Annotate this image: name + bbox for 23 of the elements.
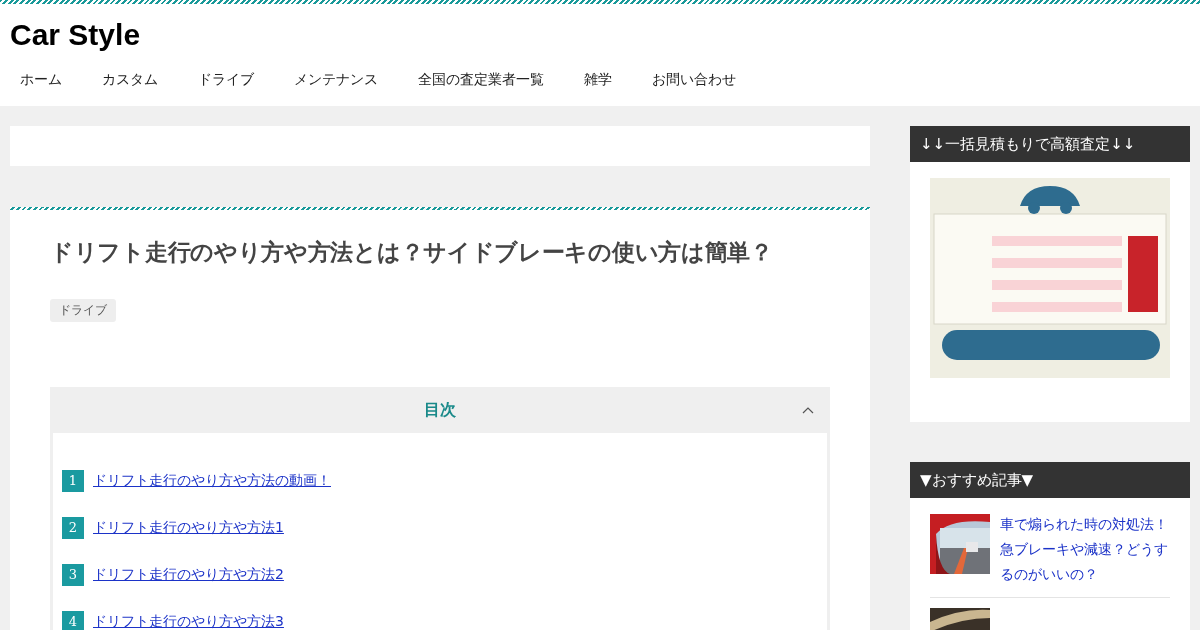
widget-heading: ▼おすすめ記事▼ bbox=[910, 462, 1190, 498]
nav-link[interactable]: ホーム bbox=[10, 70, 72, 89]
item-number: 4 bbox=[62, 610, 84, 630]
toc-title: 目次 bbox=[424, 399, 456, 421]
item-number: 3 bbox=[62, 563, 84, 586]
nav-link[interactable]: 雑学 bbox=[574, 70, 622, 89]
nav-link[interactable]: ドライブ bbox=[188, 70, 264, 89]
item-number: 1 bbox=[62, 469, 84, 492]
toc-link[interactable]: ドリフト走行のやり方や方法1 bbox=[93, 518, 284, 537]
nav-link[interactable]: お問い合わせ bbox=[642, 70, 746, 89]
article-title: ドリフト走行のやり方や方法とは？サイドブレーキの使い方は簡単？ bbox=[50, 238, 774, 267]
nav-link[interactable]: 全国の査定業者一覧 bbox=[408, 70, 554, 89]
toc-link[interactable]: ドリフト走行のやり方や方法3 bbox=[93, 612, 284, 630]
item-number: 2 bbox=[62, 516, 84, 539]
caret-icon[interactable] bbox=[802, 406, 814, 414]
toc-link[interactable]: ドリフト走行のやり方や方法2 bbox=[93, 565, 284, 584]
nav-link[interactable]: カスタム bbox=[92, 70, 168, 89]
article-link[interactable]: 車で煽られた時の対処法！急ブレーキや減速？どうするのがいいの？ bbox=[1000, 512, 1170, 587]
site-title[interactable]: Car Style bbox=[10, 17, 1190, 53]
toc-link[interactable]: ドリフト走行のやり方や方法の動画！ bbox=[93, 471, 331, 490]
category-tag[interactable]: ドライブ bbox=[50, 299, 116, 322]
nav-link[interactable]: メンテナンス bbox=[284, 70, 388, 89]
widget-heading: ↓↓一括見積もりで高額査定↓↓ bbox=[910, 126, 1190, 162]
